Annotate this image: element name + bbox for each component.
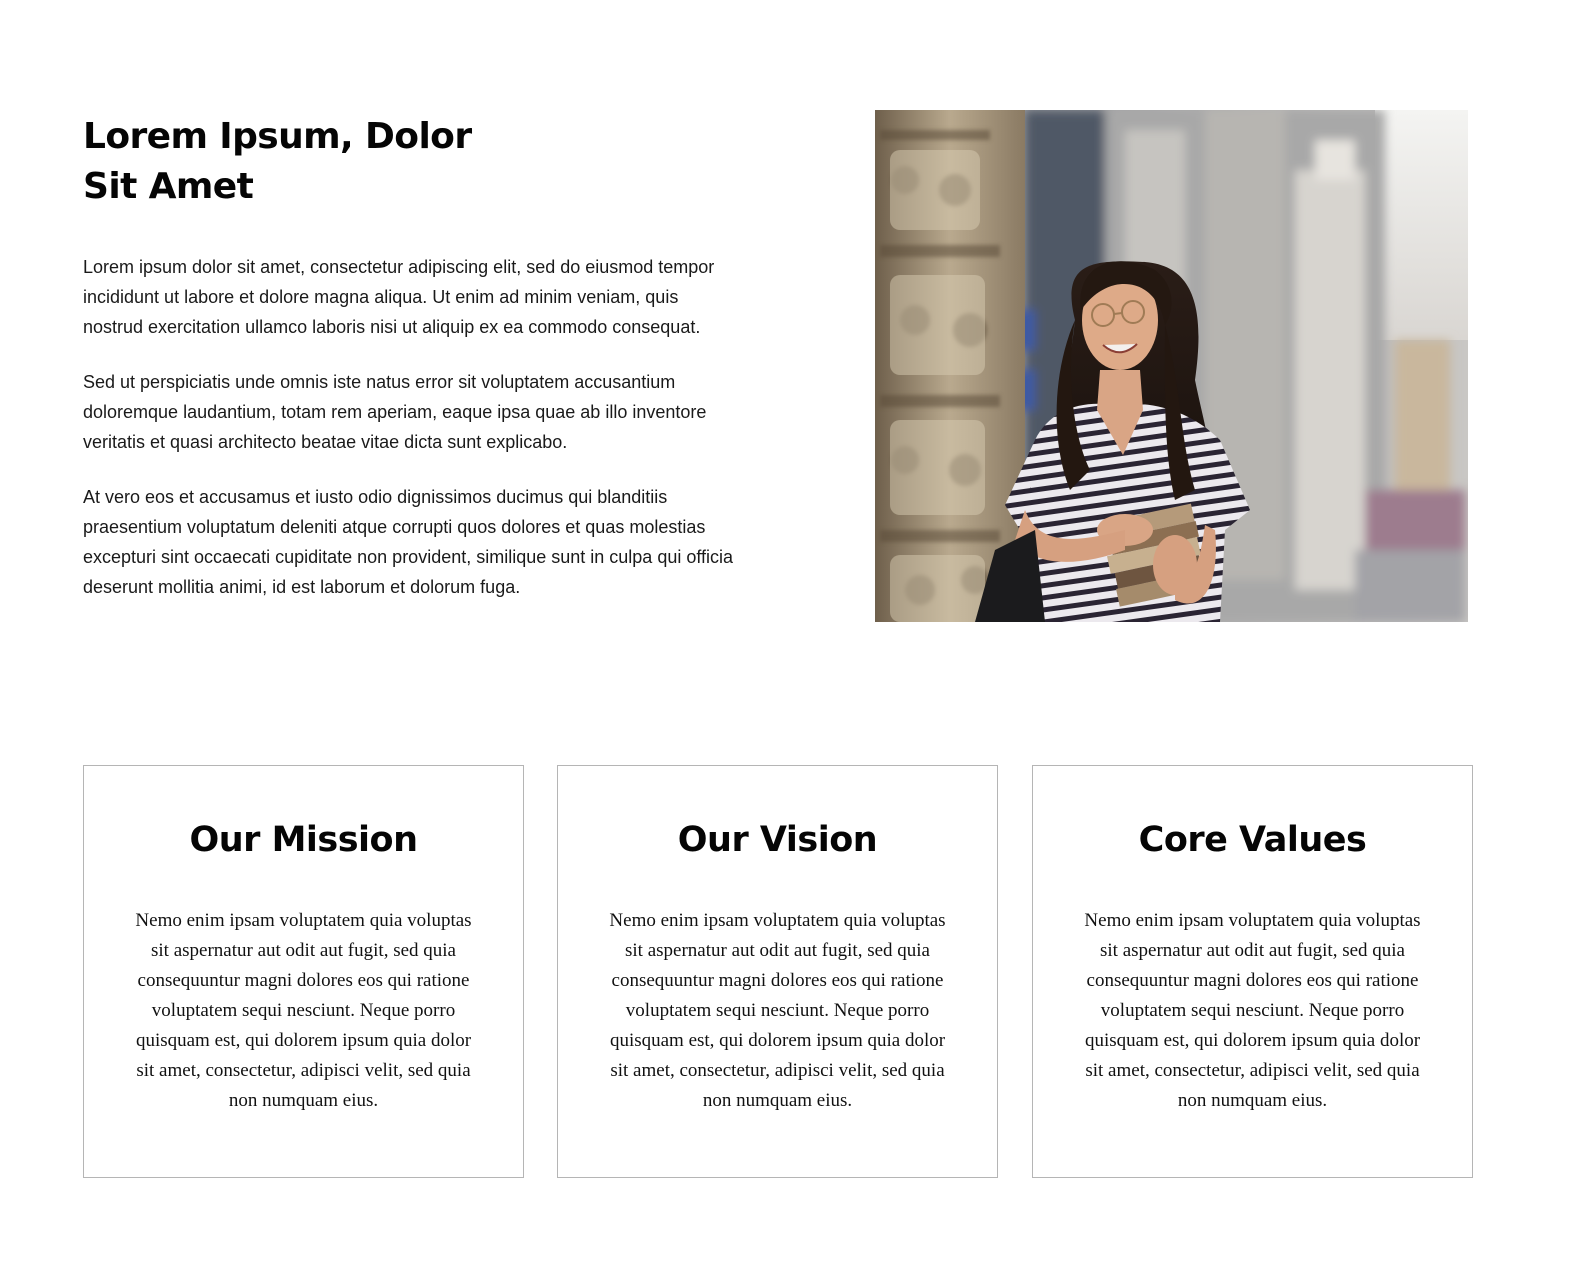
- intro-title-line-1: Lorem Ipsum, Dolor: [83, 116, 472, 157]
- vision-card-title: Our Vision: [677, 820, 878, 860]
- intro-paragraph-3: At vero eos et accusamus et iusto odio d…: [83, 487, 734, 597]
- mission-card-text: Nemo enim ipsam voluptatem quia voluptas…: [135, 910, 472, 1111]
- intro-title: Lorem Ipsum, Dolor Sit Amet: [83, 112, 763, 212]
- mission-card: Our Mission Nemo enim ipsam voluptatem q…: [83, 765, 524, 1178]
- core-values-card-text: Nemo enim ipsam voluptatem quia voluptas…: [1084, 910, 1421, 1111]
- vision-card-text: Nemo enim ipsam voluptatem quia voluptas…: [609, 910, 946, 1111]
- intro-paragraph-2: Sed ut perspiciatis unde omnis iste natu…: [83, 372, 707, 452]
- mission-card-title: Our Mission: [189, 820, 418, 860]
- core-values-card: Core Values Nemo enim ipsam voluptatem q…: [1032, 765, 1473, 1178]
- student-photo: [875, 110, 1468, 622]
- intro-section: Lorem Ipsum, Dolor Sit Amet Lorem ipsum …: [83, 112, 763, 627]
- intro-paragraph-1: Lorem ipsum dolor sit amet, consectetur …: [83, 257, 715, 337]
- vision-card: Our Vision Nemo enim ipsam voluptatem qu…: [557, 765, 998, 1178]
- core-values-card-title: Core Values: [1138, 820, 1367, 860]
- intro-title-line-2: Sit Amet: [83, 166, 254, 207]
- intro-paragraphs: Lorem ipsum dolor sit amet, consectetur …: [83, 252, 763, 602]
